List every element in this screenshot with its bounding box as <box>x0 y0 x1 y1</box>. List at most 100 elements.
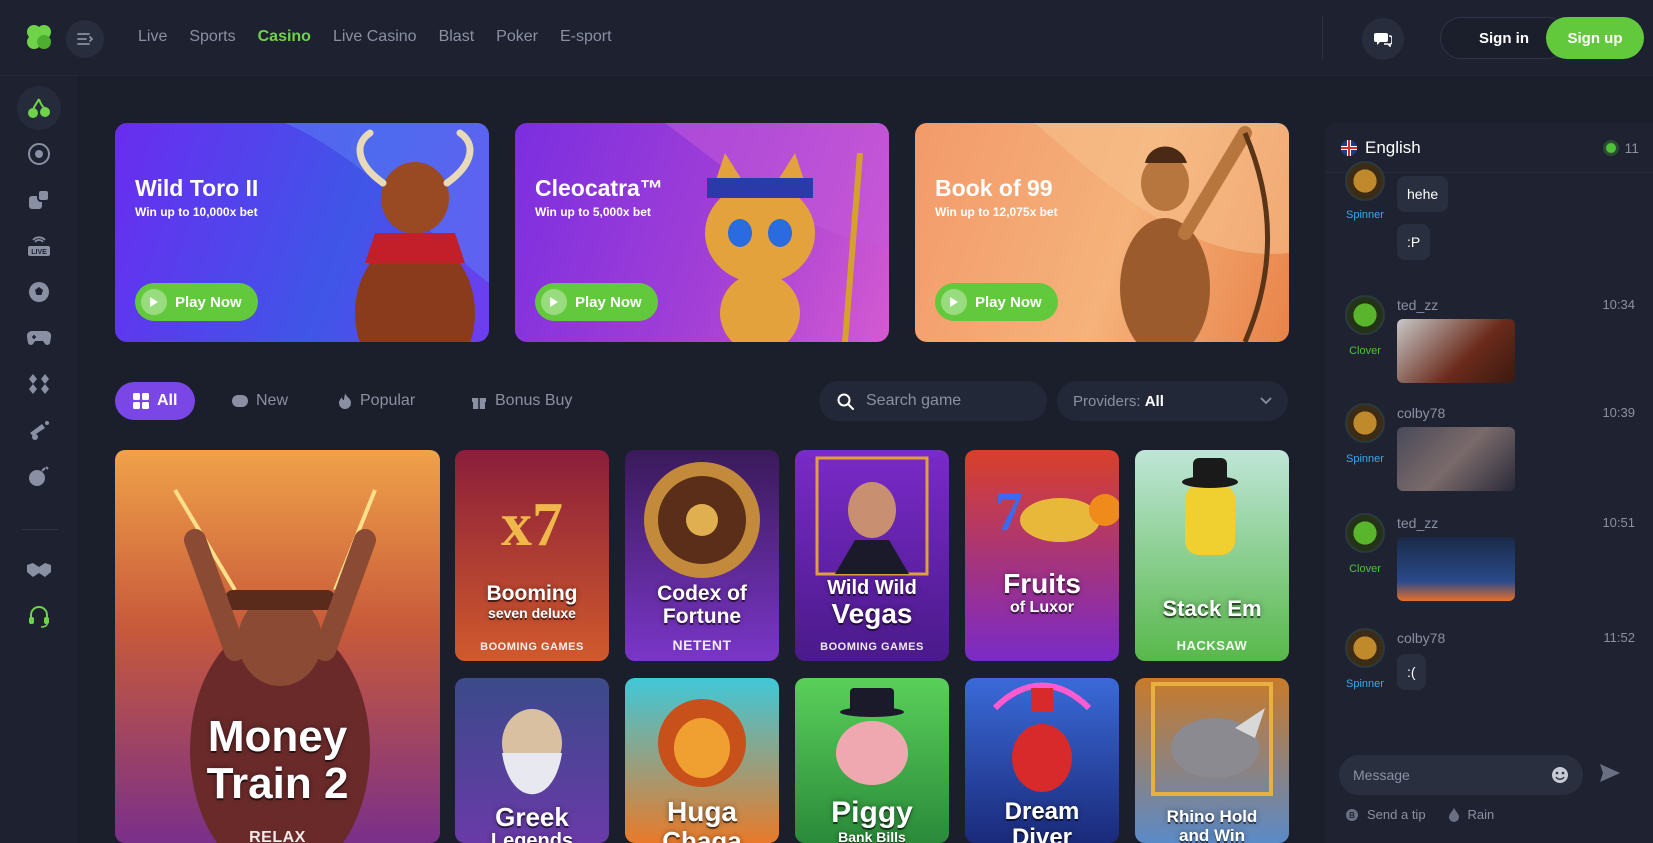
chevron-down-icon <box>1260 397 1272 405</box>
game-title: Huga <box>667 796 737 827</box>
avatar[interactable] <box>1345 513 1385 553</box>
sidebar-mines[interactable] <box>17 454 61 498</box>
message-time: 11:52 <box>1603 630 1635 645</box>
avatar[interactable] <box>1345 403 1385 443</box>
chat-bubbles-icon <box>1374 33 1392 47</box>
sign-up-button[interactable]: Sign up <box>1546 17 1644 59</box>
football-icon <box>29 282 49 302</box>
game-tile[interactable]: Codex of Fortune NETENT <box>625 450 779 661</box>
game-art: 7 <box>995 481 1119 543</box>
sidebar-support[interactable] <box>17 594 61 638</box>
banner-subtitle: Win up to 5,000x bet <box>535 205 651 219</box>
avatar[interactable] <box>1345 161 1385 201</box>
banner-book-of-99[interactable]: Book of 99 Win up to 12,075x bet Play No… <box>915 123 1289 342</box>
sidebar-roulette[interactable] <box>17 132 61 176</box>
game-subtitle: Train 2 <box>206 759 349 808</box>
rain-button[interactable]: Rain <box>1448 807 1494 822</box>
game-tile[interactable]: Wild Wild Vegas BOOMING GAMES <box>795 450 949 661</box>
play-now-button[interactable]: Play Now <box>935 283 1058 321</box>
game-tile[interactable]: Huga Chaga <box>625 678 779 843</box>
roulette-icon <box>28 143 50 165</box>
game-tile[interactable]: Greek Legends <box>455 678 609 843</box>
clover-logo-icon[interactable] <box>24 22 54 52</box>
sidebar-dice[interactable] <box>17 178 61 222</box>
play-icon <box>941 289 967 315</box>
play-now-button[interactable]: Play Now <box>135 283 258 321</box>
game-tile[interactable]: Piggy Bank Bills <box>795 678 949 843</box>
user-rank: Clover <box>1349 345 1381 357</box>
sidebar-casino[interactable] <box>17 86 61 130</box>
game-art <box>1182 458 1238 555</box>
sidebar: LIVE <box>0 76 78 843</box>
game-tile[interactable]: Stack Em HACKSAW <box>1135 450 1289 661</box>
svg-text:LIVE: LIVE <box>31 249 47 256</box>
providers-label: Providers: <box>1073 392 1141 410</box>
banner-cleocatra[interactable]: Cleocatra™ Win up to 5,000x bet Play Now <box>515 123 889 342</box>
nav-live-casino[interactable]: Live Casino <box>333 28 417 46</box>
search-input[interactable] <box>866 392 1036 410</box>
nav-live[interactable]: Live <box>138 28 167 46</box>
game-title: Dream <box>1004 798 1080 825</box>
gif-image[interactable] <box>1397 319 1515 383</box>
game-title: Booming <box>486 582 578 605</box>
game-subtitle: seven deluxe <box>488 605 576 621</box>
banner-title: Book of 99 <box>935 175 1053 201</box>
game-tile[interactable]: 7 Fruits of Luxor <box>965 450 1119 661</box>
banner-subtitle: Win up to 10,000x bet <box>135 205 258 219</box>
user-rank: Spinner <box>1346 678 1384 690</box>
message-text: :( <box>1397 654 1426 690</box>
game-tile-featured[interactable]: Money Train 2 RELAX <box>115 450 440 843</box>
filter-bonus-buy[interactable]: Bonus Buy <box>471 382 572 420</box>
emoji-icon[interactable] <box>1551 766 1569 784</box>
game-tile[interactable]: x7 Booming seven deluxe BOOMING GAMES <box>455 450 609 661</box>
sidebar-live[interactable]: LIVE <box>17 224 61 268</box>
nav-poker[interactable]: Poker <box>496 28 538 46</box>
user-rank: Spinner <box>1346 453 1384 465</box>
sidebar-sports[interactable] <box>17 270 61 314</box>
game-subtitle: Chaga <box>662 826 742 843</box>
message-box[interactable] <box>1339 755 1583 795</box>
nav-sports[interactable]: Sports <box>189 28 235 46</box>
sidebar-crash[interactable] <box>17 408 61 452</box>
gif-image[interactable] <box>1397 537 1515 601</box>
live-icon: LIVE <box>28 236 50 256</box>
search-box[interactable] <box>819 381 1047 421</box>
username[interactable]: colby78 <box>1397 405 1445 421</box>
nav-casino[interactable]: Casino <box>258 28 311 46</box>
send-tip-button[interactable]: B Send a tip <box>1345 807 1426 822</box>
banner-wild-toro[interactable]: Wild Toro II Win up to 10,000x bet Play … <box>115 123 489 342</box>
nav-esport[interactable]: E-sport <box>560 28 612 46</box>
username[interactable]: ted_zz <box>1397 297 1438 313</box>
play-now-button[interactable]: Play Now <box>535 283 658 321</box>
message-input[interactable] <box>1353 767 1533 783</box>
send-icon[interactable] <box>1599 763 1621 783</box>
username[interactable]: colby78 <box>1397 630 1445 646</box>
filter-all[interactable]: All <box>115 382 196 420</box>
sidebar-cards[interactable] <box>17 362 61 406</box>
username[interactable]: ted_zz <box>1397 515 1438 531</box>
menu-collapse-icon <box>77 33 93 45</box>
game-tile[interactable]: Rhino Hold and Win <box>1135 678 1289 843</box>
filter-popular[interactable]: Popular <box>338 382 415 420</box>
chat-language[interactable]: English <box>1365 138 1421 158</box>
sidebar-partners[interactable] <box>17 548 61 592</box>
nav-blast[interactable]: Blast <box>439 28 475 46</box>
game-provider: BOOMING GAMES <box>480 641 584 653</box>
menu-toggle-button[interactable] <box>66 20 104 58</box>
chat-toggle-button[interactable] <box>1362 18 1404 60</box>
filter-new[interactable]: New <box>232 382 288 420</box>
game-tile[interactable]: Dream Diver <box>965 678 1119 843</box>
game-art <box>644 462 760 578</box>
gif-image[interactable] <box>1397 427 1515 491</box>
rain-drop-icon <box>1448 807 1459 822</box>
game-art: x7 <box>501 491 563 559</box>
coin-icon: B <box>1346 808 1358 821</box>
sidebar-divider <box>22 529 58 530</box>
sidebar-esports[interactable] <box>17 316 61 360</box>
support-headset-icon <box>29 606 49 628</box>
avatar[interactable] <box>1345 628 1385 668</box>
cannon-icon <box>30 421 49 440</box>
avatar[interactable] <box>1345 295 1385 335</box>
play-icon <box>141 289 167 315</box>
providers-select[interactable]: Providers: All <box>1057 381 1288 421</box>
